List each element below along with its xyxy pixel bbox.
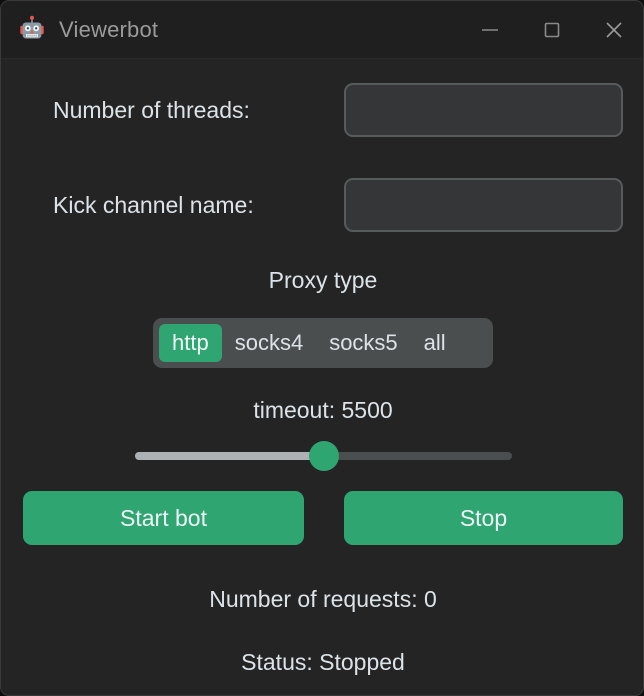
window-title: Viewerbot bbox=[59, 16, 159, 42]
slider-fill bbox=[135, 452, 324, 460]
app-window: Viewerbot Number of threads: Kick channe… bbox=[0, 0, 644, 696]
maximize-icon[interactable] bbox=[521, 1, 583, 58]
timeout-slider[interactable] bbox=[135, 439, 512, 473]
proxy-option-all[interactable]: all bbox=[411, 324, 459, 362]
channel-input[interactable] bbox=[344, 178, 623, 232]
timeout-label: timeout: 5500 bbox=[253, 397, 393, 423]
slider-handle[interactable] bbox=[308, 441, 339, 471]
main-content: Number of threads: Kick channel name: Pr… bbox=[1, 59, 643, 695]
proxy-type-segmented-control[interactable]: http socks4 socks5 all bbox=[153, 318, 493, 368]
proxy-option-http[interactable]: http bbox=[159, 324, 222, 362]
minimize-icon[interactable] bbox=[459, 1, 521, 58]
proxy-option-socks4[interactable]: socks4 bbox=[222, 324, 316, 362]
proxy-option-socks5[interactable]: socks5 bbox=[316, 324, 410, 362]
title-bar-left: Viewerbot bbox=[17, 1, 158, 58]
threads-row: Number of threads: bbox=[1, 81, 643, 139]
proxy-type-label: Proxy type bbox=[268, 267, 378, 293]
threads-input[interactable] bbox=[344, 83, 623, 137]
close-icon[interactable] bbox=[583, 1, 643, 58]
threads-label: Number of threads: bbox=[53, 96, 250, 123]
window-controls bbox=[459, 1, 643, 58]
status-badge: Status: Stopped bbox=[241, 649, 405, 675]
robot-icon bbox=[17, 15, 47, 45]
channel-label: Kick channel name: bbox=[53, 191, 254, 218]
channel-row: Kick channel name: bbox=[1, 176, 643, 234]
requests-count: Number of requests: 0 bbox=[209, 586, 437, 612]
title-bar[interactable]: Viewerbot bbox=[1, 1, 643, 59]
start-bot-button[interactable]: Start bot bbox=[23, 491, 304, 545]
stop-button[interactable]: Stop bbox=[344, 491, 623, 545]
